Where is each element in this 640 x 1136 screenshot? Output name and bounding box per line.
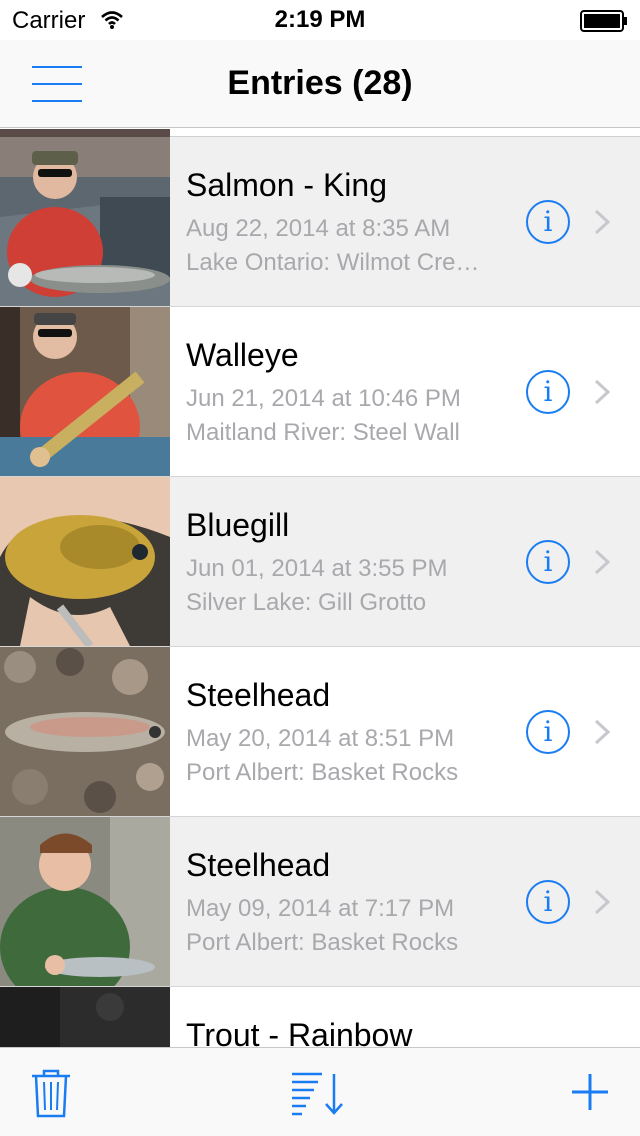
battery-icon [580,10,627,32]
entry-photo [0,307,170,476]
status-time: 2:19 PM [274,6,366,33]
entry-date: Jun 01, 2014 at 3:55 PM [186,555,448,582]
entry-date: May 09, 2014 at 7:17 PM [186,895,455,922]
trash-icon[interactable] [30,1068,72,1118]
entry-date: May 20, 2014 at 8:51 PM [186,725,455,752]
entry-row[interactable]: Bluegill Jun 01, 2014 at 3:55 PM Silver … [0,477,640,647]
entry-row[interactable]: Steelhead May 09, 2014 at 7:17 PM Port A… [0,817,640,987]
entry-date: Jun 21, 2014 at 10:46 PM [186,385,461,412]
entry-species: Walleye [186,337,299,373]
entry-row[interactable]: Walleye Jun 21, 2014 at 10:46 PM Maitlan… [0,307,640,477]
info-icon[interactable]: i [526,200,570,244]
info-icon[interactable]: i [526,710,570,754]
entries-list[interactable]: Salmon - King Aug 22, 2014 at 8:35 AM La… [0,129,640,1047]
entry-species: Steelhead [186,847,331,883]
entry-location: Port Albert: Basket Rocks [186,929,459,956]
chevron-right-icon [594,719,610,745]
entry-species: Bluegill [186,507,290,543]
entry-species: Salmon - King [186,167,387,203]
entry-row[interactable]: Salmon - King Aug 22, 2014 at 8:35 AM La… [0,137,640,307]
info-icon[interactable]: i [526,370,570,414]
entry-location: Port Albert: Basket Rocks [186,759,459,786]
chevron-right-icon [594,549,610,575]
entry-row[interactable]: Trout - Rainbow [0,987,640,1047]
info-icon[interactable]: i [526,880,570,924]
entry-location: Lake Ontario: Wilmot Cre… [186,249,480,276]
bottom-toolbar [0,1047,640,1136]
entry-photo [0,137,170,306]
chevron-right-icon [594,209,610,235]
entry-location: Silver Lake: Gill Grotto [186,589,427,616]
chevron-right-icon [594,889,610,915]
entry-species: Steelhead [186,677,331,713]
chevron-right-icon [594,379,610,405]
entry-photo [0,477,170,646]
partial-row-top [0,129,640,137]
plus-icon[interactable] [570,1072,610,1112]
entry-location: Maitland River: Steel Wall [186,419,460,446]
entry-photo [0,817,170,986]
entry-date: Aug 22, 2014 at 8:35 AM [186,215,451,242]
entry-photo [0,647,170,816]
entry-row[interactable]: Steelhead May 20, 2014 at 8:51 PM Port A… [0,647,640,817]
page-title: Entries (28) [227,64,413,102]
navigation-bar: Entries (28) [0,40,640,128]
sort-descending-icon[interactable] [290,1070,348,1116]
info-icon[interactable]: i [526,540,570,584]
status-bar: Carrier 2:19 PM [0,0,640,40]
entry-photo [0,987,170,1047]
entry-species: Trout - Rainbow [186,1017,413,1047]
